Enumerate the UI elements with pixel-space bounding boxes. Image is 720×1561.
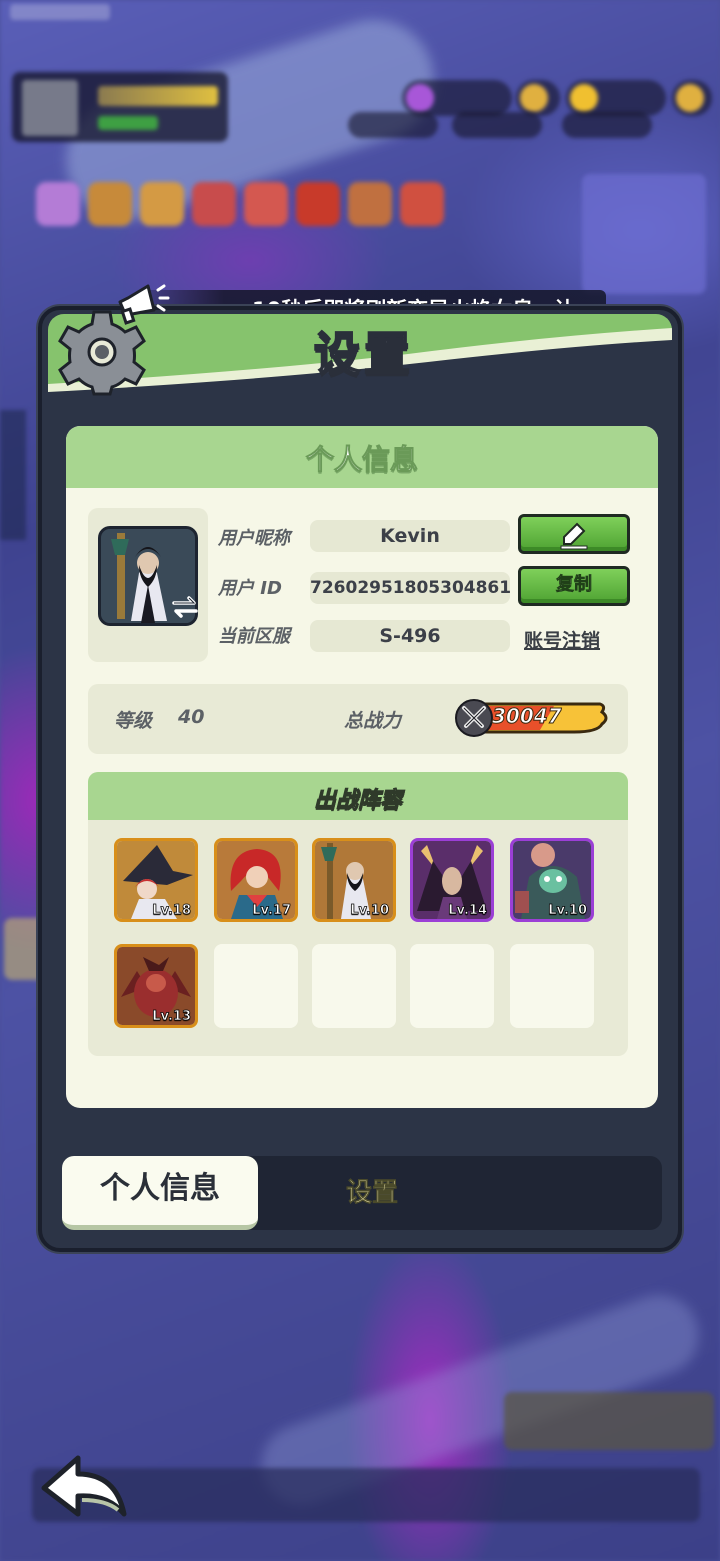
hero-slot[interactable]: Lv.18 <box>114 838 198 922</box>
lineup-title: 出战阵容 <box>313 788 402 814</box>
tab-settings[interactable]: 设置 <box>302 1156 442 1230</box>
battle-lineup: 出战阵容 Lv.18 Lv.17 Lv.10 Lv.14 Lv.10 Lv.13 <box>88 772 628 1056</box>
hud-name-bar <box>98 86 218 106</box>
empty-hero-slot[interactable] <box>410 944 494 1028</box>
hero-level: Lv.14 <box>448 903 487 919</box>
user-id-value: 72602951805304861 <box>310 572 511 604</box>
delete-account-link[interactable]: 账号注销 <box>524 626 600 653</box>
resource-ore <box>562 112 652 138</box>
settings-dialog: 设置 个人信息 用户昵称 Kevin 用户 ID 726029518053048… <box>38 306 682 1252</box>
hud-avatar <box>22 80 78 136</box>
hud-vip-bar <box>98 116 158 130</box>
edit-nickname-button[interactable] <box>518 514 630 554</box>
hero-level: Lv.13 <box>152 1009 191 1025</box>
hero-level: Lv.18 <box>152 903 191 919</box>
quest-widget <box>504 1392 714 1450</box>
empty-hero-slot[interactable] <box>312 944 396 1028</box>
panel-title: 个人信息 <box>305 443 418 477</box>
side-unit <box>0 410 26 540</box>
crossed-swords-icon <box>455 699 493 737</box>
power-value: 30047 <box>492 704 563 729</box>
status-bar <box>10 4 110 20</box>
hero-slot[interactable]: Lv.13 <box>114 944 198 1028</box>
swap-arrows-icon[interactable] <box>170 594 200 620</box>
level-value: 40 <box>178 706 205 728</box>
resource-wood <box>348 112 438 138</box>
resource-add <box>672 80 712 116</box>
avatar-container[interactable] <box>88 508 208 662</box>
empty-hero-slot[interactable] <box>510 944 594 1028</box>
nickname-label: 用户昵称 <box>218 528 290 549</box>
stats-row: 等级 40 总战力 30047 <box>88 684 628 754</box>
tab-personal-info[interactable]: 个人信息 <box>62 1156 258 1230</box>
server-label: 当前区服 <box>218 626 290 647</box>
hero-slot[interactable]: Lv.17 <box>214 838 298 922</box>
dialog-tab-bar: 个人信息 设置 <box>62 1156 662 1230</box>
server-value: S-496 <box>310 620 510 652</box>
chat-bar <box>32 1468 700 1522</box>
resource-food <box>452 112 542 138</box>
back-arrow-icon[interactable] <box>36 1448 132 1524</box>
resource-add <box>516 80 560 116</box>
resource-gems <box>402 80 512 116</box>
player-hud <box>12 72 228 142</box>
personal-info-panel: 个人信息 用户昵称 Kevin 用户 ID 72602951805304861 … <box>66 426 658 1108</box>
level-label: 等级 <box>114 710 153 732</box>
pencil-edit-icon <box>560 522 588 550</box>
power-badge: 30047 <box>454 698 610 738</box>
empty-hero-slot[interactable] <box>214 944 298 1028</box>
copy-id-button[interactable]: 复制 <box>518 566 630 606</box>
hero-level: Lv.10 <box>350 903 389 919</box>
hero-slot[interactable]: Lv.10 <box>510 838 594 922</box>
resource-gold <box>566 80 666 116</box>
user-id-label: 用户 ID <box>218 578 282 599</box>
megaphone-icon <box>118 284 170 325</box>
minimap <box>582 174 706 294</box>
event-icon-row <box>36 182 444 226</box>
hero-level: Lv.10 <box>548 903 587 919</box>
hero-slot[interactable]: Lv.10 <box>312 838 396 922</box>
hero-slot[interactable]: Lv.14 <box>410 838 494 922</box>
nickname-value: Kevin <box>310 520 510 552</box>
power-label: 总战力 <box>344 710 402 732</box>
hero-level: Lv.17 <box>252 903 291 919</box>
